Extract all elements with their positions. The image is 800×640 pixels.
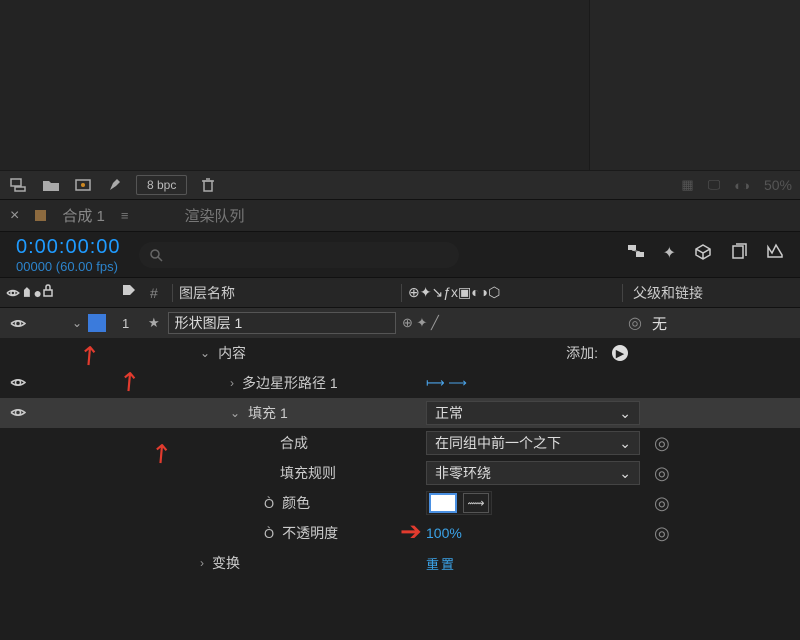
transform-group-row[interactable]: › 变换 重置 xyxy=(0,548,800,578)
viewer-side-panel xyxy=(590,0,800,170)
color-row: Ò 颜色 ⟿ ◎ xyxy=(0,488,800,518)
fill-rule-dropdown[interactable]: 非零环绕 ⌄ xyxy=(426,461,640,485)
timeline-column-headers: ● # 图层名称 ⊕✦↘ƒx▣◐◑⬡ 父级和链接 xyxy=(0,278,800,308)
mask-icon[interactable]: ◐◑ xyxy=(734,178,750,193)
timeline-tabs: × 合成 1 ≡ 渲染队列 xyxy=(0,200,800,232)
display-icon[interactable]: 🖵 xyxy=(708,177,721,193)
source-parent-icon[interactable] xyxy=(627,243,645,266)
project-footer-toolbar: 8 bpc ▦ 🖵 ◐◑ 50% xyxy=(0,170,800,200)
fill-rule-label: 填充规则 xyxy=(280,463,336,483)
color-depth-chip[interactable]: 8 bpc xyxy=(136,175,187,195)
eye-icon[interactable] xyxy=(10,377,26,388)
chevron-down-icon: ⌄ xyxy=(619,405,631,422)
chevron-right-icon[interactable]: › xyxy=(200,556,204,570)
pickwhip-icon[interactable]: ◎ xyxy=(654,433,670,454)
tab-menu-icon[interactable]: ≡ xyxy=(121,208,129,223)
viewer-right-controls: ▦ 🖵 ◐◑ 50% xyxy=(681,177,792,193)
contents-group-row[interactable]: ⌄ 内容 添加: ▶ xyxy=(0,338,800,368)
fill-rule-value: 非零环绕 xyxy=(435,463,491,483)
layer-index: 1 xyxy=(122,316,144,331)
timecode-block[interactable]: 0:00:00:00 00000 (60.00 fps) xyxy=(16,236,121,274)
sparkle-icon[interactable]: ✦ xyxy=(663,243,676,266)
add-label: 添加: xyxy=(566,343,598,363)
current-time[interactable]: 0:00:00:00 xyxy=(16,236,121,259)
transform-reset-link[interactable]: 重置 xyxy=(426,554,456,573)
brush-icon[interactable] xyxy=(104,174,126,196)
eye-icon[interactable] xyxy=(10,407,26,418)
eye-icon[interactable] xyxy=(10,318,26,329)
blend-mode-value: 正常 xyxy=(435,403,463,423)
pickwhip-icon[interactable]: ◎ xyxy=(654,493,670,514)
lock-column-header xyxy=(42,284,66,301)
parent-column-header: 父级和链接 xyxy=(623,283,800,303)
color-label: 颜色 xyxy=(282,493,310,513)
chevron-down-icon: ⌄ xyxy=(619,435,631,452)
polystar-path-row[interactable]: › 多边星形路径 1 ⟼ ⟶ xyxy=(0,368,800,398)
stopwatch-icon[interactable]: Ò xyxy=(264,496,274,511)
color-swatch[interactable] xyxy=(429,493,457,513)
blend-mode-dropdown[interactable]: 正常 ⌄ xyxy=(426,401,640,425)
composite-value: 在同组中前一个之下 xyxy=(435,433,561,453)
polystar-path-label: 多边星形路径 1 xyxy=(242,373,338,393)
chevron-down-icon[interactable]: ⌄ xyxy=(200,346,210,360)
star-icon: ★ xyxy=(148,315,160,331)
project-settings-icon[interactable] xyxy=(72,174,94,196)
layer-twirl-icon[interactable]: ⌄ xyxy=(72,316,82,330)
close-tab-button[interactable]: × xyxy=(10,207,19,225)
fill-label: 填充 1 xyxy=(248,403,288,423)
eyedropper-icon[interactable]: ⟿ xyxy=(463,493,489,513)
layer-color-label[interactable] xyxy=(88,314,106,332)
chevron-right-icon[interactable]: › xyxy=(230,376,234,390)
folder-icon[interactable] xyxy=(40,174,62,196)
composite-label: 合成 xyxy=(280,433,308,453)
stopwatch-icon[interactable]: Ò xyxy=(264,526,274,541)
motion-path-icons[interactable]: ⟼ ⟶ xyxy=(426,375,467,391)
opacity-row: Ò 不透明度 100% ◎ xyxy=(0,518,800,548)
flowchart-icon[interactable] xyxy=(8,174,30,196)
fill-group-row[interactable]: ⌄ 填充 1 正常 ⌄ xyxy=(0,398,800,428)
tab-render-queue[interactable]: 渲染队列 xyxy=(184,205,244,226)
opacity-label: 不透明度 xyxy=(282,523,338,543)
label-column-header xyxy=(122,284,150,301)
zoom-value[interactable]: 50% xyxy=(764,177,792,193)
contents-label: 内容 xyxy=(218,343,246,363)
cube-icon[interactable] xyxy=(694,243,712,266)
switches-column-header: ⊕✦↘ƒx▣◐◑⬡ xyxy=(402,284,622,301)
index-column-header: # xyxy=(150,285,172,301)
pickwhip-icon[interactable]: ◎ xyxy=(628,313,642,333)
layer-name-column-header: 图层名称 xyxy=(173,283,401,303)
opacity-value[interactable]: 100% xyxy=(426,525,462,541)
visibility-column-header: ● xyxy=(0,285,42,301)
layer-switches[interactable]: ⊕ ✦ ╱ xyxy=(396,315,616,331)
pickwhip-icon[interactable]: ◎ xyxy=(654,463,670,484)
composite-row: 合成 在同组中前一个之下 ⌄ ◎ xyxy=(0,428,800,458)
chevron-down-icon: ⌄ xyxy=(619,465,631,482)
timeline-tool-icons: ✦ xyxy=(627,243,784,266)
comp-color-chip xyxy=(35,210,46,221)
frame-rate-label: 00000 (60.00 fps) xyxy=(16,259,121,274)
timeline-toolbar: 0:00:00:00 00000 (60.00 fps) ✦ xyxy=(0,232,800,278)
chevron-down-icon[interactable]: ⌄ xyxy=(230,406,240,420)
composite-dropdown[interactable]: 在同组中前一个之下 ⌄ xyxy=(426,431,640,455)
transform-label: 变换 xyxy=(212,553,240,573)
tab-composition[interactable]: 合成 1 xyxy=(62,205,105,226)
composition-viewer xyxy=(0,0,800,170)
stack-icon[interactable] xyxy=(730,243,748,266)
timeline-search-input[interactable] xyxy=(139,242,459,268)
preview-panel[interactable] xyxy=(0,0,590,170)
shape-layer-row[interactable]: ⌄ 1 ★ 形状图层 1 ⊕ ✦ ╱ ◎ 无 xyxy=(0,308,800,338)
graph-icon[interactable] xyxy=(766,243,784,266)
grid-icon[interactable]: ▦ xyxy=(681,177,693,193)
trash-icon[interactable] xyxy=(197,174,219,196)
color-picker[interactable]: ⟿ xyxy=(426,491,492,515)
parent-dropdown[interactable]: 无 xyxy=(652,313,800,334)
fill-rule-row: 填充规则 非零环绕 ⌄ ◎ xyxy=(0,458,800,488)
layer-name-field[interactable]: 形状图层 1 xyxy=(168,312,396,334)
pickwhip-icon[interactable]: ◎ xyxy=(654,523,670,544)
add-content-button[interactable]: ▶ xyxy=(612,345,628,361)
